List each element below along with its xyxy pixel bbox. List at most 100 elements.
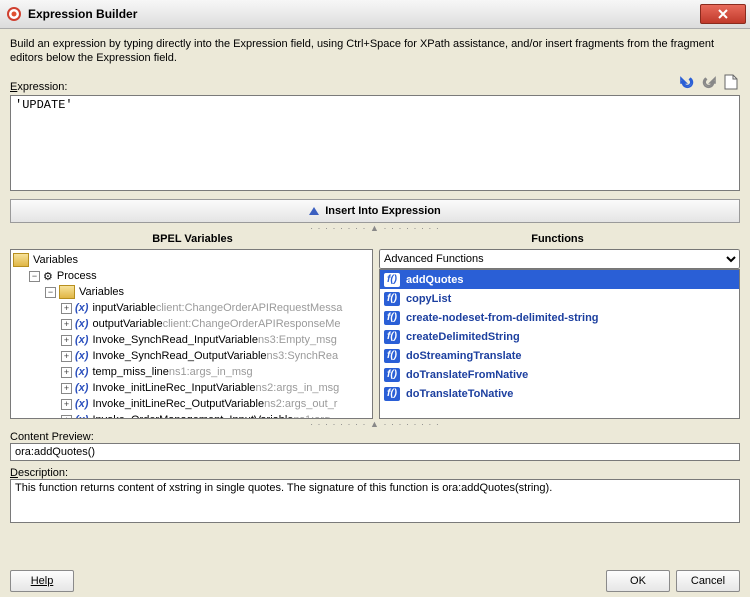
function-name: addQuotes xyxy=(406,274,463,286)
function-icon: f() xyxy=(384,330,400,344)
help-button[interactable]: Help xyxy=(10,570,74,592)
variable-name: inputVariable xyxy=(92,302,155,314)
insert-into-expression-button[interactable]: Insert Into Expression xyxy=(10,199,740,223)
function-icon: f() xyxy=(384,387,400,401)
folder-icon xyxy=(59,285,75,299)
tree-variable-item[interactable]: +(x) Invoke_OrderManagement_InputVariable… xyxy=(13,412,370,418)
function-item[interactable]: f() createDelimitedString xyxy=(380,327,739,346)
expand-icon[interactable]: + xyxy=(61,415,72,419)
bpel-variables-header: BPEL Variables xyxy=(10,231,375,247)
function-item[interactable]: f() copyList xyxy=(380,289,739,308)
collapse-icon[interactable]: − xyxy=(29,271,40,282)
app-icon xyxy=(6,6,22,22)
dialog-content: Build an expression by typing directly i… xyxy=(0,29,750,597)
tree-variable-item[interactable]: +(x) Invoke_initLineRec_OutputVariable ns… xyxy=(13,396,370,412)
up-arrow-icon xyxy=(309,207,319,215)
expression-label: Expression: xyxy=(10,81,678,93)
ok-button[interactable]: OK xyxy=(606,570,670,592)
tree-process[interactable]: −⚙Process xyxy=(13,268,370,284)
variable-icon: (x) xyxy=(75,414,88,418)
variable-name: temp_miss_line xyxy=(92,366,168,378)
description-label: Description: xyxy=(10,467,740,479)
instructions-text: Build an expression by typing directly i… xyxy=(10,37,740,65)
panel-divider-bottom: · · · · · · · · ▲ · · · · · · · · xyxy=(10,419,740,425)
titlebar: Expression Builder xyxy=(0,0,750,29)
function-icon: f() xyxy=(384,273,400,287)
function-category-select[interactable]: Advanced Functions xyxy=(379,249,740,269)
collapse-icon[interactable]: − xyxy=(45,287,56,298)
dialog-title: Expression Builder xyxy=(28,7,700,21)
functions-header: Functions xyxy=(375,231,740,247)
expand-icon[interactable]: + xyxy=(61,383,72,394)
tree-variable-item[interactable]: +(x) Invoke_SynchRead_InputVariable ns3:E… xyxy=(13,332,370,348)
variable-icon: (x) xyxy=(75,398,88,410)
function-icon: f() xyxy=(384,349,400,363)
expression-textarea[interactable]: 'UPDATE' xyxy=(10,95,740,191)
function-name: doTranslateFromNative xyxy=(406,369,528,381)
variable-name: Invoke_OrderManagement_InputVariable xyxy=(92,414,293,418)
variable-type-hint: ns3:SynchRea xyxy=(267,350,339,362)
expand-icon[interactable]: + xyxy=(61,351,72,362)
variable-type-hint: ns1:args_in_msg xyxy=(169,366,253,378)
function-name: copyList xyxy=(406,293,451,305)
redo-icon[interactable] xyxy=(700,73,718,91)
variable-icon: (x) xyxy=(75,366,88,378)
close-button[interactable] xyxy=(700,4,746,24)
insert-button-label: Insert Into Expression xyxy=(325,205,441,217)
tree-root[interactable]: Variables xyxy=(13,252,370,268)
tree-variable-item[interactable]: +(x) temp_miss_line ns1:args_in_msg xyxy=(13,364,370,380)
variable-type-hint: ns2:args_out_r xyxy=(264,398,337,410)
variable-type-hint: client:ChangeOrderAPIRequestMessa xyxy=(156,302,342,314)
tree-variable-item[interactable]: +(x) inputVariable client:ChangeOrderAPIR… xyxy=(13,300,370,316)
function-name: createDelimitedString xyxy=(406,331,520,343)
tree-variable-item[interactable]: +(x) outputVariable client:ChangeOrderAPI… xyxy=(13,316,370,332)
folder-icon xyxy=(13,253,29,267)
functions-panel: Advanced Functions f() addQuotes f() copyLi… xyxy=(379,249,740,419)
function-name: doTranslateToNative xyxy=(406,388,513,400)
expand-icon[interactable]: + xyxy=(61,319,72,330)
dialog-footer: Help OK Cancel xyxy=(10,562,740,592)
variable-type-hint: ns2:args_in_msg xyxy=(256,382,340,394)
function-item[interactable]: f() addQuotes xyxy=(380,270,739,289)
process-icon: ⚙ xyxy=(43,270,53,283)
variable-icon: (x) xyxy=(75,334,88,346)
function-name: create-nodeset-from-delimited-string xyxy=(406,312,599,324)
expand-icon[interactable]: + xyxy=(61,367,72,378)
panel-divider: · · · · · · · · ▲ · · · · · · · · xyxy=(10,223,740,229)
content-preview-field[interactable]: ora:addQuotes() xyxy=(10,443,740,461)
bpel-variables-panel: Variables −⚙Process −Variables +(x)input… xyxy=(10,249,373,419)
variable-icon: (x) xyxy=(75,318,88,330)
variable-icon: (x) xyxy=(75,350,88,362)
variable-name: Invoke_initLineRec_OutputVariable xyxy=(92,398,264,410)
expand-icon[interactable]: + xyxy=(61,335,72,346)
function-item[interactable]: f() doStreamingTranslate xyxy=(380,346,739,365)
variable-name: Invoke_SynchRead_InputVariable xyxy=(92,334,258,346)
tree-variable-item[interactable]: +(x) Invoke_initLineRec_InputVariable ns2… xyxy=(13,380,370,396)
content-preview-label: Content Preview: xyxy=(10,431,740,443)
variable-type-hint: ns1:arg xyxy=(293,414,330,418)
variable-type-hint: ns3:Empty_msg xyxy=(258,334,337,346)
description-box: This function returns content of xstring… xyxy=(10,479,740,523)
variable-name: Invoke_initLineRec_InputVariable xyxy=(92,382,255,394)
function-icon: f() xyxy=(384,311,400,325)
variable-name: Invoke_SynchRead_OutputVariable xyxy=(92,350,266,362)
expand-icon[interactable]: + xyxy=(61,303,72,314)
undo-icon[interactable] xyxy=(678,73,696,91)
tree-variable-item[interactable]: +(x) Invoke_SynchRead_OutputVariable ns3:… xyxy=(13,348,370,364)
cancel-button[interactable]: Cancel xyxy=(676,570,740,592)
function-item[interactable]: f() doTranslateToNative xyxy=(380,384,739,403)
variable-icon: (x) xyxy=(75,382,88,394)
new-doc-icon[interactable] xyxy=(722,73,740,91)
function-name: doStreamingTranslate xyxy=(406,350,522,362)
tree-variables[interactable]: −Variables xyxy=(13,284,370,300)
variable-name: outputVariable xyxy=(92,318,162,330)
variable-type-hint: client:ChangeOrderAPIResponseMe xyxy=(163,318,341,330)
function-icon: f() xyxy=(384,292,400,306)
function-icon: f() xyxy=(384,368,400,382)
function-list[interactable]: f() addQuotes f() copyList f() create-nodeset… xyxy=(380,270,739,418)
variables-tree[interactable]: Variables −⚙Process −Variables +(x)input… xyxy=(11,250,372,418)
function-item[interactable]: f() create-nodeset-from-delimited-string xyxy=(380,308,739,327)
function-item[interactable]: f() doTranslateFromNative xyxy=(380,365,739,384)
variable-icon: (x) xyxy=(75,302,88,314)
expand-icon[interactable]: + xyxy=(61,399,72,410)
